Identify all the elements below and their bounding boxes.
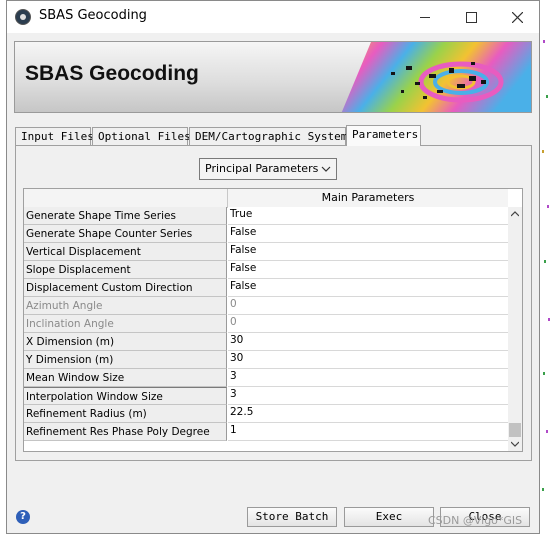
close-window-button[interactable] [494, 1, 540, 33]
parameters-table: Main Parameters Generate Shape Time Seri… [23, 188, 523, 452]
table-row: Interpolation Window Size 3 [24, 387, 508, 405]
parameter-name: Inclination Angle [24, 315, 227, 333]
parameters-panel: Principal Parameters Main Parameters Gen… [15, 145, 532, 461]
parameter-name: Y Dimension (m) [24, 351, 227, 369]
table-row: X Dimension (m) 30 [24, 333, 508, 351]
maximize-icon [465, 11, 477, 23]
scrollbar-thumb[interactable] [509, 423, 521, 437]
parameter-value[interactable]: False [228, 279, 508, 297]
chevron-down-icon [321, 166, 331, 172]
watermark: CSDN @Vigo*GIS [428, 514, 523, 527]
parameter-value[interactable]: 22.5 [228, 405, 508, 423]
parameter-value[interactable]: 30 [228, 333, 508, 351]
maximize-button[interactable] [448, 1, 494, 33]
parameter-name: Refinement Radius (m) [24, 405, 227, 423]
interferogram-image [341, 42, 531, 112]
title-bar: SBAS Geocoding [7, 1, 539, 33]
help-icon[interactable]: ? [16, 510, 30, 524]
table-row: Displacement Custom Direction False [24, 279, 508, 297]
sbas-geocoding-window: SBAS Geocoding SBAS Geocoding Input File… [6, 0, 540, 534]
app-icon [15, 9, 31, 25]
parameter-value: 0 [228, 297, 508, 315]
table-header: Main Parameters [24, 189, 508, 208]
scroll-down-button[interactable] [508, 437, 522, 451]
window-title: SBAS Geocoding [39, 8, 147, 23]
table-row: Azimuth Angle 0 [24, 297, 508, 315]
parameter-name: Displacement Custom Direction [24, 279, 227, 297]
parameter-value[interactable]: 1 [228, 423, 508, 441]
parameter-name: Generate Shape Counter Series [24, 225, 227, 243]
header-banner: SBAS Geocoding [14, 41, 532, 113]
table-row: Y Dimension (m) 30 [24, 351, 508, 369]
table-scrollbar[interactable] [508, 207, 522, 451]
tab-dem-cartographic-system[interactable]: DEM/Cartographic System [189, 127, 347, 145]
store-batch-button[interactable]: Store Batch [247, 507, 337, 527]
scroll-up-button[interactable] [508, 207, 522, 221]
table-row: Mean Window Size 3 [24, 369, 508, 387]
parameter-value: 0 [228, 315, 508, 333]
chevron-down-icon [511, 441, 519, 447]
table-row: Refinement Radius (m) 22.5 [24, 405, 508, 423]
parameter-value[interactable]: True [228, 207, 508, 225]
main-parameters-header: Main Parameters [321, 191, 415, 204]
chevron-up-icon [511, 211, 519, 217]
close-icon [511, 11, 523, 23]
section-select-value: Principal Parameters [205, 162, 319, 175]
table-row: Vertical Displacement False [24, 243, 508, 261]
table-row: Slope Displacement False [24, 261, 508, 279]
parameter-name: X Dimension (m) [24, 333, 227, 351]
exec-button[interactable]: Exec [344, 507, 434, 527]
parameter-value[interactable]: False [228, 225, 508, 243]
banner-title: SBAS Geocoding [25, 62, 199, 85]
tab-parameters[interactable]: Parameters [346, 125, 421, 146]
section-select[interactable]: Principal Parameters [199, 158, 337, 180]
parameter-value[interactable]: 30 [228, 351, 508, 369]
parameter-name: Slope Displacement [24, 261, 227, 279]
parameter-value[interactable]: 3 [228, 387, 508, 405]
table-row: Refinement Res Phase Poly Degree 1 [24, 423, 508, 441]
parameter-name: Vertical Displacement [24, 243, 227, 261]
table-row: Generate Shape Time Series True [24, 207, 508, 225]
tab-input-files[interactable]: Input Files [15, 127, 94, 145]
background-window-edge [540, 0, 551, 538]
table-row: Inclination Angle 0 [24, 315, 508, 333]
table-corner-cell [24, 189, 228, 207]
minimize-button[interactable] [402, 1, 448, 33]
parameter-name: Refinement Res Phase Poly Degree [24, 423, 227, 441]
parameter-value[interactable]: 3 [228, 369, 508, 387]
tab-optional-files[interactable]: Optional Files [92, 127, 191, 145]
parameter-name: Mean Window Size [24, 369, 227, 387]
parameter-value[interactable]: False [228, 261, 508, 279]
minimize-icon [420, 16, 430, 18]
parameter-name: Azimuth Angle [24, 297, 227, 315]
parameter-value[interactable]: False [228, 243, 508, 261]
table-row: Generate Shape Counter Series False [24, 225, 508, 243]
parameter-name: Interpolation Window Size [24, 387, 227, 405]
parameter-name: Generate Shape Time Series [24, 207, 227, 225]
